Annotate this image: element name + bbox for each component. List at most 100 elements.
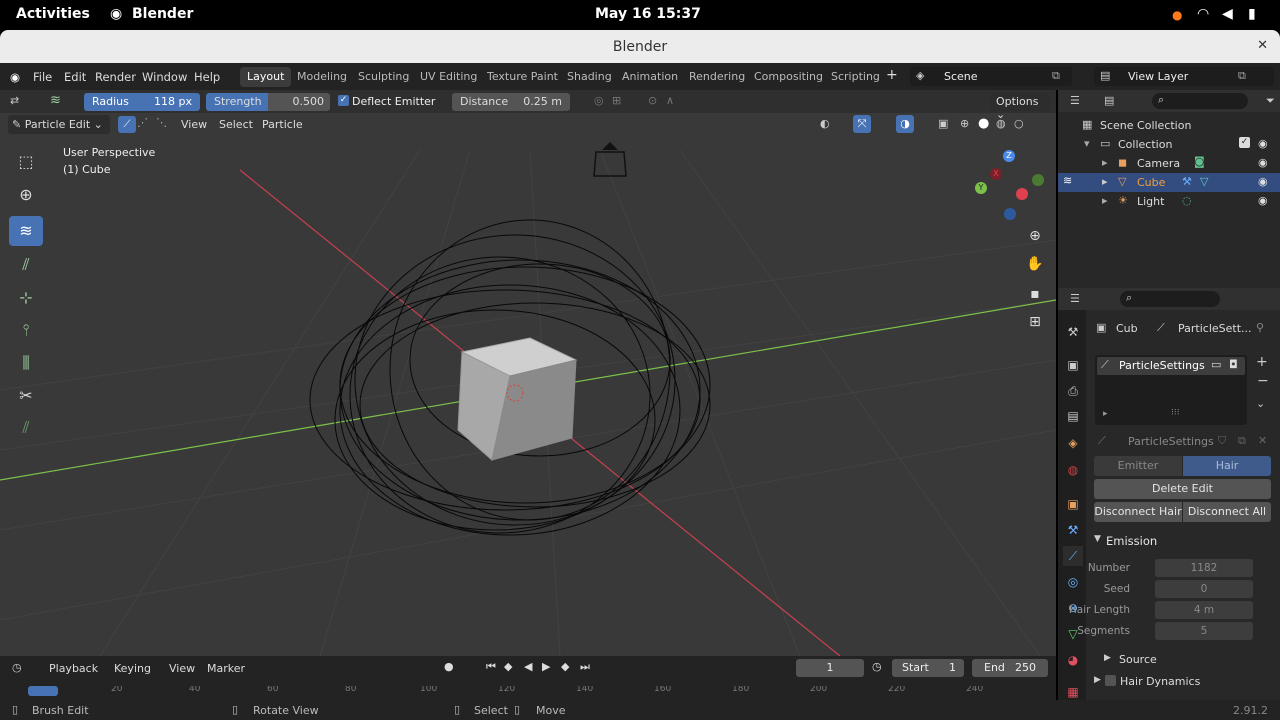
outliner-row-light[interactable]: ▸ ☀ Light ◌ ◉ — [1058, 192, 1280, 211]
display-mode-icon[interactable]: ▤ — [1104, 94, 1114, 107]
prev-keyframe-icon[interactable]: ◆ — [504, 660, 512, 673]
editor-type-icon[interactable]: ☰ — [1070, 94, 1080, 107]
navigation-gizmo[interactable]: Z X Y — [970, 146, 1050, 226]
select-tip-mode-icon[interactable]: ⋱ — [156, 116, 167, 129]
tool-tab-icon[interactable]: ⚒ — [1063, 322, 1083, 342]
collection-include-checkbox[interactable]: ✓ — [1239, 137, 1250, 148]
jump-end-icon[interactable]: ⏭ — [580, 660, 590, 674]
particle-settings-datablock[interactable]: ⟋ ParticleSettings ⛉ ⧉ ✕ — [1094, 432, 1272, 450]
disconnect-all-button[interactable]: Disconnect All — [1183, 502, 1271, 522]
collection-visibility-eye-icon[interactable]: ◉ — [1258, 137, 1268, 150]
add-slot-icon[interactable]: + — [1256, 354, 1268, 370]
hair-dynamics-panel-header[interactable]: ▶ Hair Dynamics — [1090, 673, 1280, 691]
preview-range-clock-icon[interactable]: ◷ — [872, 660, 882, 673]
activities-button[interactable]: Activities — [16, 6, 90, 22]
workspace-tab-uv-editing[interactable]: UV Editing — [413, 67, 484, 87]
fake-user-shield-icon[interactable]: ⛉ — [1218, 434, 1226, 448]
texture-tab-icon[interactable]: ▦ — [1063, 682, 1083, 702]
radius-field[interactable]: Radius 118 px — [84, 93, 200, 111]
keying-dropdown[interactable]: Keying — [114, 662, 151, 675]
outliner-row-cube[interactable]: ≋ ▸ ▽ Cube ⚒ ▽ ◉ — [1058, 173, 1280, 192]
outliner-row-camera[interactable]: ▸ ◼ Camera ◙ ◉ — [1058, 154, 1280, 173]
object-tab-icon[interactable]: ▣ — [1063, 494, 1083, 514]
gizmo-neg-x-icon[interactable] — [1016, 188, 1028, 200]
pan-hand-icon[interactable]: ✋ — [1024, 253, 1046, 275]
particle-system-list[interactable]: ⟋ ParticleSettings ▭ ◘ ▸ ⁝⁝⁝ — [1095, 355, 1247, 425]
auto-keying-icon[interactable]: ● — [444, 660, 454, 673]
source-subpanel-header[interactable]: ▶ Source — [1104, 651, 1274, 669]
light-data-icon[interactable]: ◌ — [1182, 194, 1192, 207]
tool-cursor[interactable]: ⊕ — [9, 180, 43, 210]
workspace-tab-scripting[interactable]: Scripting — [824, 67, 887, 87]
world-tab-icon[interactable]: ◍ — [1063, 460, 1083, 480]
show-render-icon[interactable]: ◘ — [1229, 358, 1238, 371]
mode-dropdown[interactable]: ✎ Particle Edit ⌄ — [8, 115, 110, 134]
properties-search-input[interactable]: ⌕ — [1120, 291, 1220, 307]
light-visibility-eye-icon[interactable]: ◉ — [1258, 194, 1268, 207]
filter-icon[interactable]: ⏷ — [1266, 94, 1275, 108]
output-tab-icon[interactable]: ⎙ — [1063, 381, 1083, 401]
expand-arrow-icon[interactable]: ▸ — [1102, 175, 1108, 188]
current-frame-indicator[interactable] — [28, 686, 58, 696]
add-workspace-icon[interactable]: + — [886, 67, 898, 83]
menu-file[interactable]: File — [33, 70, 52, 84]
outliner-search-input[interactable]: ⌕ — [1152, 93, 1248, 109]
frame-ruler[interactable]: 20 40 60 80 100 120 140 160 180 200 220 … — [8, 686, 1048, 696]
snap-target-icon[interactable]: ⊞ — [612, 94, 621, 107]
jump-start-icon[interactable]: ⏮ — [486, 660, 496, 674]
visibility-icon[interactable]: ◐ — [820, 117, 830, 130]
menu-window[interactable]: Window — [142, 70, 187, 84]
menu-select[interactable]: Select — [219, 118, 253, 131]
show-viewport-icon[interactable]: ▭ — [1211, 358, 1221, 371]
play-icon[interactable]: ▶ — [542, 660, 550, 673]
modifier-tab-icon[interactable]: ⚒ — [1063, 520, 1083, 540]
current-frame-field[interactable]: 1 — [796, 659, 864, 677]
3d-viewport[interactable]: ⇄ ≋ Radius 118 px Strength 0.500 ✓ Defle… — [0, 90, 1056, 656]
blender-logo-icon[interactable]: ◉ — [10, 70, 20, 84]
ortho-grid-icon[interactable]: ⊞ — [1024, 311, 1046, 333]
gizmo-x-icon[interactable]: X — [990, 168, 1002, 180]
seed-field[interactable]: 0 — [1155, 580, 1253, 598]
end-frame-field[interactable]: End 250 — [972, 659, 1048, 677]
number-field[interactable]: 1182 — [1155, 559, 1253, 577]
battery-icon[interactable]: ▮ — [1248, 6, 1256, 22]
expand-arrow-icon[interactable]: ▸ — [1102, 194, 1108, 207]
clock[interactable]: May 16 15:37 — [595, 6, 701, 22]
remove-slot-icon[interactable]: − — [1257, 373, 1269, 389]
start-frame-field[interactable]: Start 1 — [892, 659, 964, 677]
view-layer-selector[interactable]: ▤ View Layer ⧉ — [1094, 67, 1274, 86]
particles-tab-icon[interactable]: ⟋ — [1063, 546, 1083, 566]
workspace-tab-modeling[interactable]: Modeling — [290, 67, 354, 87]
slot-specials-icon[interactable]: ⌄ — [1256, 397, 1265, 410]
workspace-tab-animation[interactable]: Animation — [615, 67, 685, 87]
gizmo-toggle-icon[interactable]: ⤧ — [853, 115, 871, 133]
tool-cut[interactable]: ✂ — [9, 381, 43, 411]
tool-comb[interactable]: ≋ — [9, 216, 43, 246]
outliner-row-collection[interactable]: ▾ ▭ Collection ✓ ◉ — [1058, 135, 1280, 154]
camera-data-icon[interactable]: ◙ — [1194, 155, 1205, 168]
modifier-wrench-icon[interactable]: ⚒ — [1182, 175, 1192, 188]
emission-panel-header[interactable]: ▼ Emission — [1090, 531, 1280, 551]
play-reverse-icon[interactable]: ◀ — [524, 660, 532, 673]
expand-arrow-icon[interactable]: ▾ — [1084, 137, 1090, 150]
disconnect-hair-button[interactable]: Disconnect Hair — [1094, 502, 1182, 522]
app-menu-label[interactable]: Blender — [132, 6, 193, 22]
expand-arrow-icon[interactable]: ▸ — [1102, 156, 1108, 169]
falloff-icon[interactable]: ∧ — [666, 94, 674, 107]
camera-object[interactable] — [593, 142, 627, 177]
workspace-tab-compositing[interactable]: Compositing — [747, 67, 830, 87]
snap-icon[interactable]: ◎ — [594, 94, 604, 107]
list-resize-grip-icon[interactable]: ⁝⁝⁝ — [1171, 408, 1180, 418]
distance-field[interactable]: Distance 0.25 m — [452, 93, 570, 111]
marker-menu[interactable]: Marker — [207, 662, 245, 675]
timeline-view-menu[interactable]: View — [169, 662, 195, 675]
options-dropdown[interactable]: Options ⌄ — [990, 93, 1050, 121]
view-layer-tab-icon[interactable]: ▤ — [1063, 406, 1083, 426]
cube-object[interactable] — [457, 337, 578, 461]
solid-shading-icon[interactable]: ● — [978, 116, 989, 131]
duplicate-icon[interactable]: ⧉ — [1238, 434, 1246, 448]
select-path-mode-icon[interactable]: ⟋ — [118, 116, 136, 133]
camera-view-icon[interactable]: ▪ — [1024, 283, 1046, 305]
hair-length-field[interactable]: 4 m — [1155, 601, 1253, 619]
segments-field[interactable]: 5 — [1155, 622, 1253, 640]
